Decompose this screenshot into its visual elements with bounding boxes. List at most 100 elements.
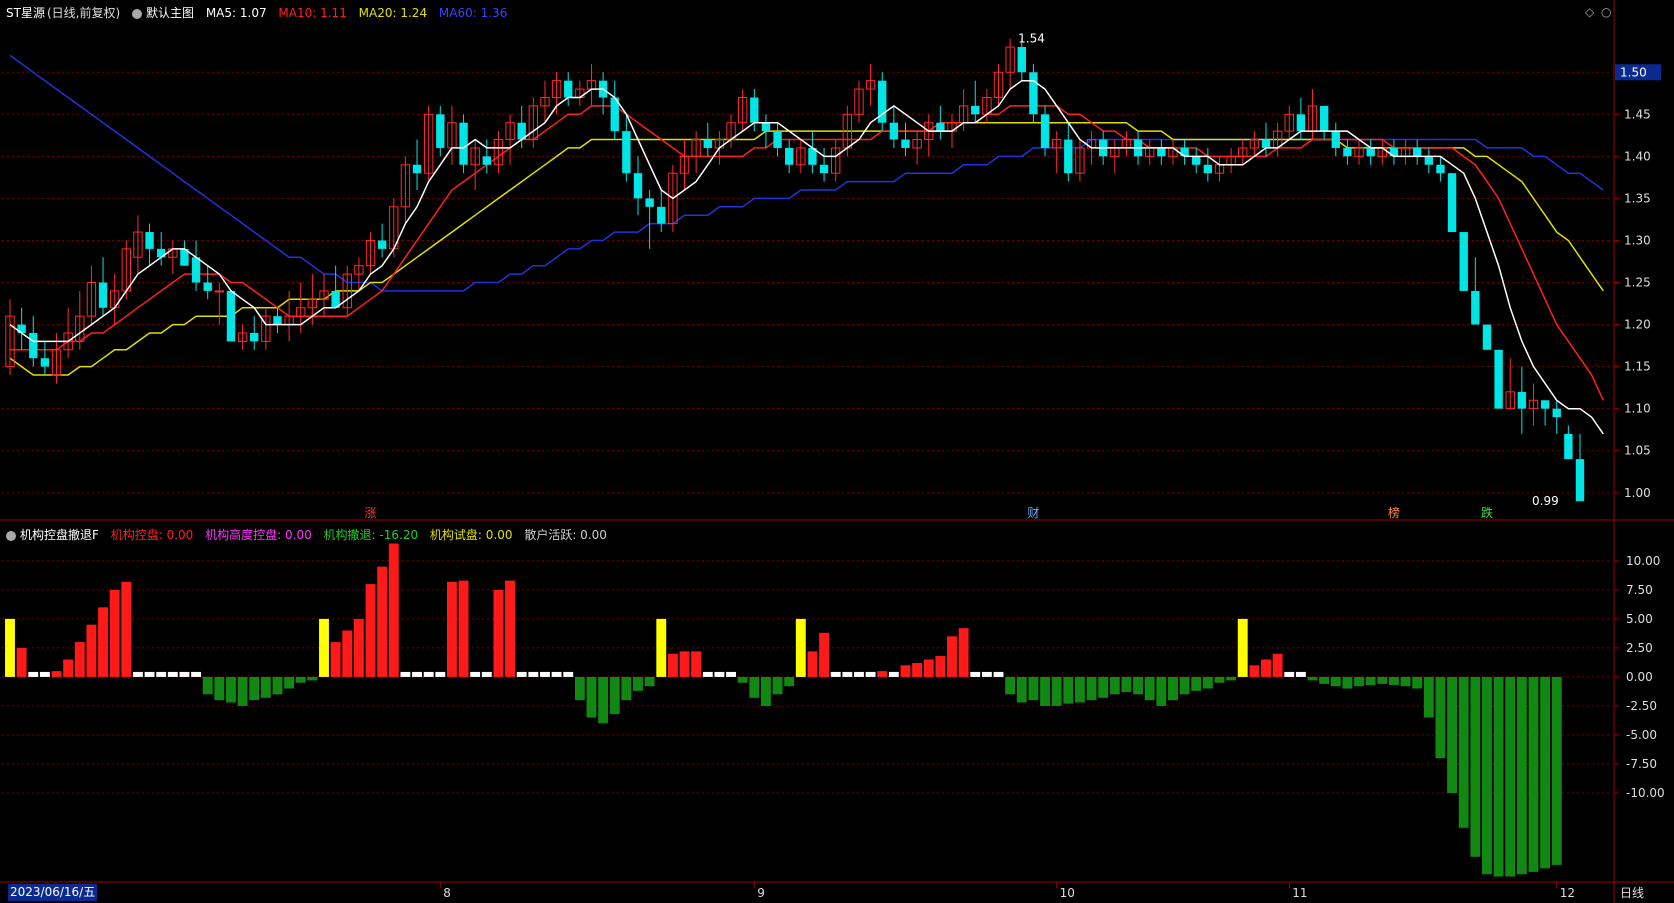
candle-body[interactable] xyxy=(1366,147,1375,157)
indicator-tick-label: -10.00 xyxy=(1626,786,1665,800)
candle-body[interactable] xyxy=(98,282,108,308)
indicator-bar xyxy=(1261,659,1271,677)
candle-body[interactable] xyxy=(1564,433,1573,460)
indicator-bar xyxy=(470,671,481,677)
candle-body[interactable] xyxy=(936,122,945,132)
indicator-bar xyxy=(330,642,341,677)
candle-body[interactable] xyxy=(657,206,666,224)
candle-body[interactable] xyxy=(191,257,201,283)
month-label: 12 xyxy=(1560,886,1575,900)
indicator-bar xyxy=(388,543,399,677)
candle-body[interactable] xyxy=(29,332,38,359)
candle-body[interactable] xyxy=(784,147,794,165)
indicator-bar xyxy=(144,671,155,677)
indicator-bar xyxy=(958,628,969,677)
indicator-bar xyxy=(1109,676,1120,695)
indicator-bar xyxy=(1051,676,1062,706)
candle-body[interactable] xyxy=(436,114,445,148)
indicator-bar xyxy=(249,676,260,701)
event-marker[interactable]: 跌 xyxy=(1481,505,1493,520)
indicator-bar xyxy=(1179,676,1190,695)
candle-body[interactable] xyxy=(1029,72,1038,115)
candle-body[interactable] xyxy=(622,131,631,174)
indicator-bar xyxy=(179,671,190,677)
candle-body[interactable] xyxy=(412,164,422,174)
candle-body[interactable] xyxy=(1192,156,1201,165)
indicator-bar xyxy=(609,676,620,715)
price-tick-label: 1.15 xyxy=(1624,360,1651,374)
candle-body[interactable] xyxy=(703,139,712,148)
ma60-line xyxy=(9,54,1604,292)
candle-body[interactable] xyxy=(145,232,154,249)
indicator-bar xyxy=(1191,676,1202,691)
candle-body[interactable] xyxy=(1343,147,1352,157)
indicator-bar xyxy=(795,618,806,677)
candle-body[interactable] xyxy=(459,122,468,165)
candle-body[interactable] xyxy=(40,358,50,367)
indicator-bar xyxy=(1063,676,1074,704)
indicator-bar xyxy=(1551,676,1562,865)
candle-body[interactable] xyxy=(819,164,829,174)
candle-body[interactable] xyxy=(1459,232,1468,291)
chart-canvas[interactable]: 1.50 1.45 1.40 1.35 1.30 1.25 1.20 1.15 1.10 1.05… xyxy=(0,0,1674,903)
candle-body[interactable] xyxy=(1552,408,1561,418)
price-tick-label: 1.25 xyxy=(1624,276,1651,290)
indicator-bar xyxy=(353,618,364,677)
candle-body[interactable] xyxy=(1412,147,1422,157)
month-label: 10 xyxy=(1060,886,1075,900)
candle-body[interactable] xyxy=(971,105,980,115)
candle-body[interactable] xyxy=(1494,349,1503,409)
event-marker[interactable]: 涨 xyxy=(365,505,377,520)
candle-body[interactable] xyxy=(203,282,212,291)
candle-body[interactable] xyxy=(1296,114,1306,132)
month-label: 9 xyxy=(757,886,765,900)
month-label: 11 xyxy=(1292,886,1307,900)
candle-body[interactable] xyxy=(377,240,387,249)
indicator-bar xyxy=(819,632,830,677)
candle-body[interactable] xyxy=(1331,131,1340,148)
period-button[interactable]: 日线 xyxy=(1620,884,1644,901)
candle-body[interactable] xyxy=(1017,47,1026,73)
indicator-bar xyxy=(784,676,795,687)
candle-body[interactable] xyxy=(633,173,643,199)
indicator-bar xyxy=(981,671,992,677)
candle-body[interactable] xyxy=(1482,324,1492,350)
indicator-bar xyxy=(1016,676,1027,703)
candle-body[interactable] xyxy=(1064,139,1073,174)
indicator-bar xyxy=(1040,676,1050,706)
candle-body[interactable] xyxy=(889,122,899,140)
candle-body[interactable] xyxy=(761,122,771,132)
candle-body[interactable] xyxy=(901,139,910,148)
candle-body[interactable] xyxy=(482,156,492,165)
stock-chart-window: ST星源 (日线,前复权) 默认主图 MA5: 1.07 MA10: 1.11 M… xyxy=(0,0,1674,903)
candle-body[interactable] xyxy=(564,80,573,98)
candle-body[interactable] xyxy=(645,198,654,207)
event-marker[interactable]: 财 xyxy=(1027,506,1039,520)
candle-body[interactable] xyxy=(214,290,225,293)
candle-body[interactable] xyxy=(1157,147,1166,157)
indicator-tick-label: -7.50 xyxy=(1626,757,1657,771)
indicator-bar xyxy=(446,581,457,677)
candle-body[interactable] xyxy=(1203,164,1213,174)
candle-body[interactable] xyxy=(226,290,236,342)
candle-body[interactable] xyxy=(1040,114,1050,148)
candle-body[interactable] xyxy=(1447,173,1457,233)
event-marker[interactable]: 榜 xyxy=(1388,505,1400,520)
candle-body[interactable] xyxy=(750,97,759,123)
indicator-bar xyxy=(156,671,167,677)
indicator-bar xyxy=(1156,676,1167,706)
candle-body[interactable] xyxy=(1424,156,1434,165)
candle-body[interactable] xyxy=(1540,400,1550,409)
candle-body[interactable] xyxy=(1517,391,1527,409)
candle-body[interactable] xyxy=(773,131,782,148)
candle-body[interactable] xyxy=(250,332,259,342)
candle-body[interactable] xyxy=(1319,105,1329,132)
candle-body[interactable] xyxy=(1471,290,1480,325)
candle-body[interactable] xyxy=(1261,139,1271,148)
price-tick-label: 1.45 xyxy=(1624,107,1651,121)
candle-body[interactable] xyxy=(1436,164,1445,174)
ma20-line xyxy=(9,121,1604,376)
indicator-bar xyxy=(935,656,946,677)
candle-body[interactable] xyxy=(273,316,282,325)
candle-body[interactable] xyxy=(1575,459,1585,502)
